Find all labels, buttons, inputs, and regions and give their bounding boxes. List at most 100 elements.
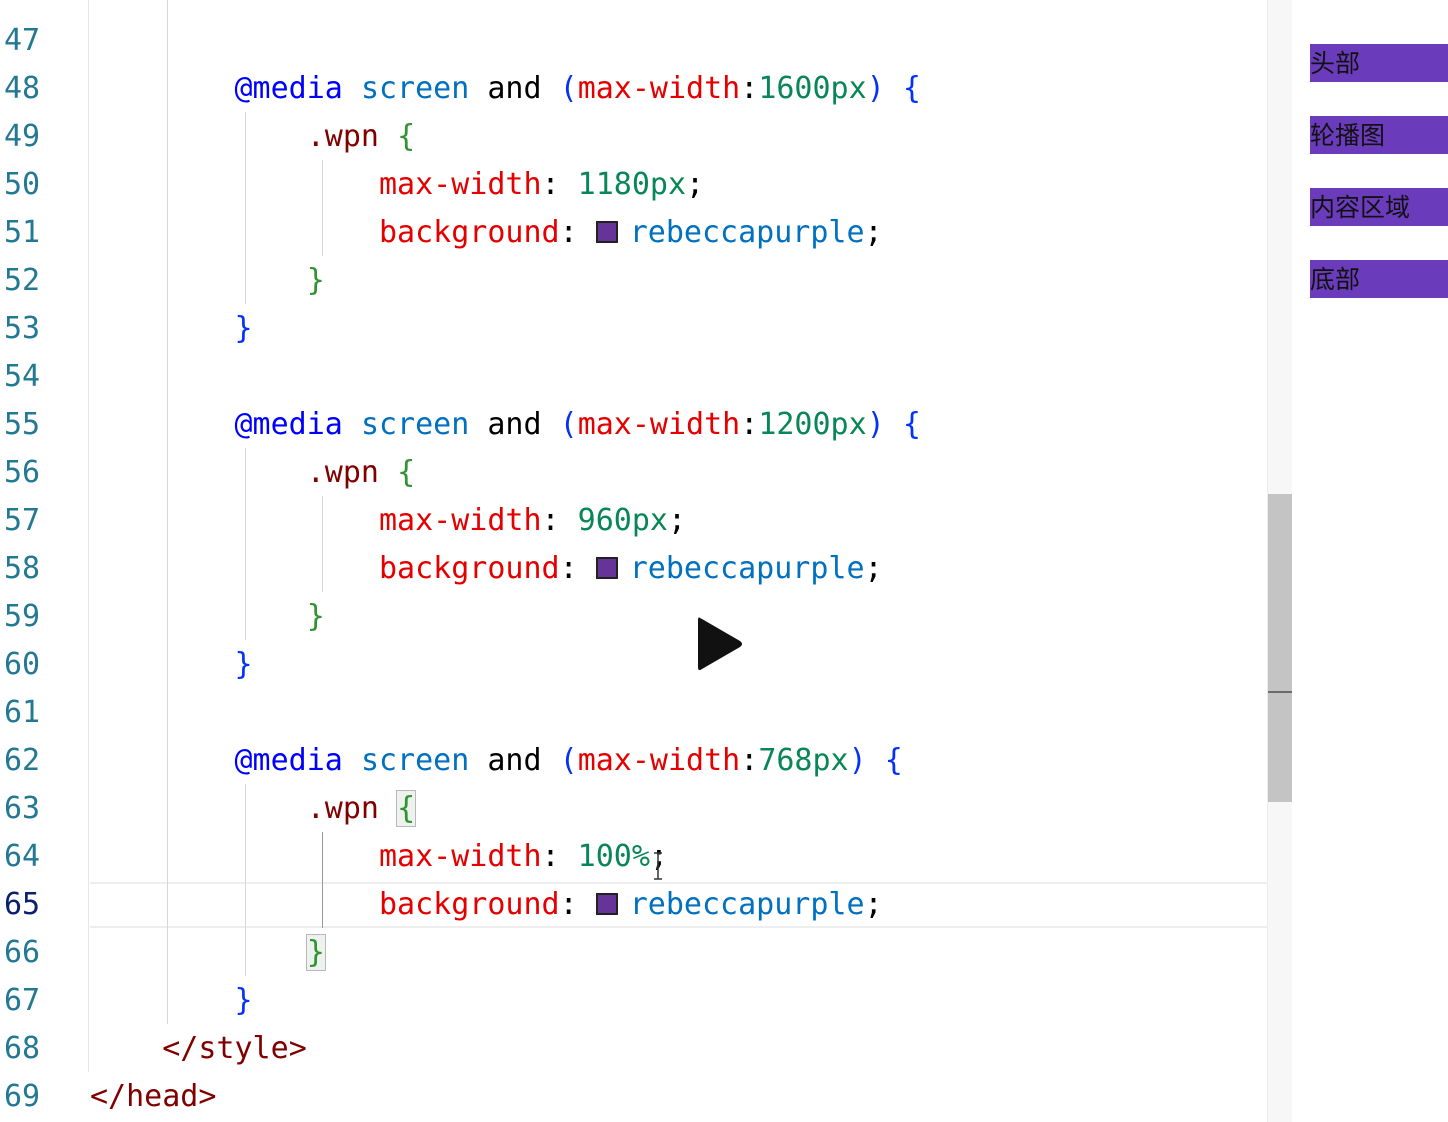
code-line[interactable]: .wpn {	[90, 785, 417, 833]
code-token: rebeccapurple	[629, 551, 865, 586]
code-token: 1180px	[577, 167, 687, 202]
preview-block-label: 内容区域	[1310, 193, 1411, 222]
line-number: 47	[4, 23, 41, 58]
code-token: >	[198, 1079, 217, 1114]
code-token: max-width	[378, 839, 542, 874]
code-line[interactable]: @media screen and (max-width:1200px) {	[90, 401, 921, 449]
line-number: 56	[4, 455, 41, 490]
code-line[interactable]: @media screen and (max-width:768px) {	[90, 737, 903, 785]
color-swatch-icon[interactable]	[595, 221, 618, 243]
color-swatch-icon[interactable]	[595, 893, 618, 915]
line-number: 55	[4, 407, 41, 442]
code-token: :	[740, 407, 759, 442]
code-token: background	[378, 887, 560, 922]
code-token: (	[559, 743, 578, 778]
code-line[interactable]: @media screen and (max-width:1600px) {	[90, 65, 921, 113]
code-token: ;	[686, 167, 705, 202]
scrollbar-thumb[interactable]	[1268, 494, 1292, 802]
code-line[interactable]: }	[90, 641, 253, 689]
code-token: </	[162, 1031, 199, 1066]
code-token: background	[378, 551, 560, 586]
code-line[interactable]: }	[90, 257, 325, 305]
code-token: ;	[864, 215, 883, 250]
line-number: 51	[4, 215, 41, 250]
code-token: rebeccapurple	[629, 887, 865, 922]
line-number: 62	[4, 743, 41, 778]
vertical-scrollbar[interactable]	[1267, 0, 1292, 1122]
code-line[interactable]: }	[90, 929, 326, 977]
code-token: .wpn	[306, 791, 379, 826]
line-number: 54	[4, 359, 41, 394]
code-token: )	[866, 407, 885, 442]
line-number: 57	[4, 503, 41, 538]
code-token: screen	[360, 71, 470, 106]
code-token: {	[396, 790, 417, 827]
play-icon[interactable]	[688, 612, 752, 676]
code-line[interactable]: max-width: 1180px;	[90, 161, 704, 209]
code-line[interactable]: </head>	[90, 1073, 216, 1121]
code-token: 1600px	[758, 71, 867, 106]
code-token: 768px	[758, 743, 849, 778]
code-token: max-width	[577, 71, 741, 106]
code-token: }	[234, 983, 253, 1018]
code-token: :	[559, 551, 596, 586]
code-token: @media	[234, 407, 343, 442]
code-line[interactable]: </style>	[90, 1025, 307, 1073]
code-line[interactable]: background: rebeccapurple;	[90, 545, 883, 593]
code-line[interactable]: max-width: 100%;	[90, 833, 668, 881]
line-number: 53	[4, 311, 41, 346]
code-token: screen	[360, 743, 470, 778]
code-token: (	[559, 407, 578, 442]
code-token: screen	[360, 407, 470, 442]
color-swatch-icon[interactable]	[595, 557, 618, 579]
code-line[interactable]: background: rebeccapurple;	[90, 881, 883, 929]
code-token: }	[306, 263, 325, 298]
code-line[interactable]: }	[90, 977, 253, 1025]
line-number: 69	[4, 1079, 41, 1114]
preview-block-carousel: 轮播图	[1310, 116, 1448, 154]
line-number: 65	[4, 887, 41, 922]
code-token: @media	[234, 71, 343, 106]
line-number: 60	[4, 647, 41, 682]
line-number: 59	[4, 599, 41, 634]
code-token: and	[469, 71, 560, 106]
code-line[interactable]: background: rebeccapurple;	[90, 209, 883, 257]
code-line[interactable]: }	[90, 305, 253, 353]
line-number: 50	[4, 167, 41, 202]
code-line[interactable]: }	[90, 593, 325, 641]
code-token: background	[378, 215, 560, 250]
code-line[interactable]: max-width: 960px;	[90, 497, 686, 545]
preview-block-label: 轮播图	[1310, 121, 1386, 150]
code-token: ;	[864, 551, 883, 586]
code-token: and	[469, 407, 560, 442]
code-token: :	[541, 839, 578, 874]
code-line[interactable]: .wpn {	[90, 449, 415, 497]
code-token: (	[559, 71, 578, 106]
code-editor[interactable]: 47 48 @media screen and (max-width:1600px…	[0, 0, 1292, 1122]
line-number: 66	[4, 935, 41, 970]
code-token: 100%	[577, 839, 650, 874]
code-token: :	[559, 887, 596, 922]
browser-preview-panel: 头部 轮播图 内容区域 底部	[1292, 0, 1448, 1122]
code-token: and	[469, 743, 560, 778]
code-token: >	[288, 1031, 307, 1066]
code-line[interactable]: .wpn {	[90, 113, 415, 161]
code-token: </	[90, 1079, 127, 1114]
code-token: ;	[864, 887, 883, 922]
code-token: }	[234, 647, 253, 682]
code-token: }	[234, 311, 253, 346]
line-number: 61	[4, 695, 41, 730]
code-token: :	[541, 503, 578, 538]
